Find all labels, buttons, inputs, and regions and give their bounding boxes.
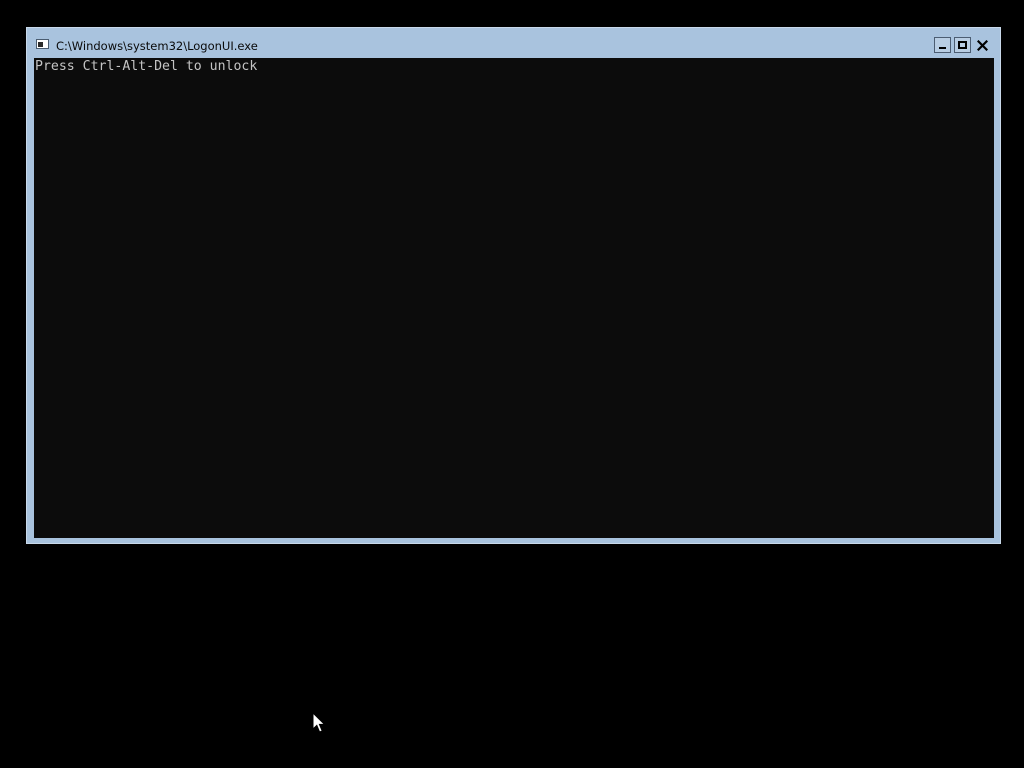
close-icon <box>977 40 988 51</box>
maximize-button[interactable] <box>954 37 971 53</box>
console-icon[interactable] <box>36 39 49 49</box>
console-line-unlock-prompt: Press Ctrl-Alt-Del to unlock <box>35 59 258 74</box>
close-button[interactable] <box>974 37 991 53</box>
console-window: C:\Windows\system32\LogonUI.exe Press Ct… <box>26 27 1001 544</box>
arrow-cursor-icon <box>312 712 326 733</box>
desktop: C:\Windows\system32\LogonUI.exe Press Ct… <box>0 0 1024 768</box>
window-title: C:\Windows\system32\LogonUI.exe <box>56 39 258 53</box>
title-bar[interactable]: C:\Windows\system32\LogonUI.exe <box>27 28 1000 58</box>
minimize-icon <box>939 47 946 49</box>
minimize-button[interactable] <box>934 37 951 53</box>
maximize-icon <box>958 41 967 49</box>
console-output-area[interactable]: Press Ctrl-Alt-Del to unlock <box>34 58 994 538</box>
